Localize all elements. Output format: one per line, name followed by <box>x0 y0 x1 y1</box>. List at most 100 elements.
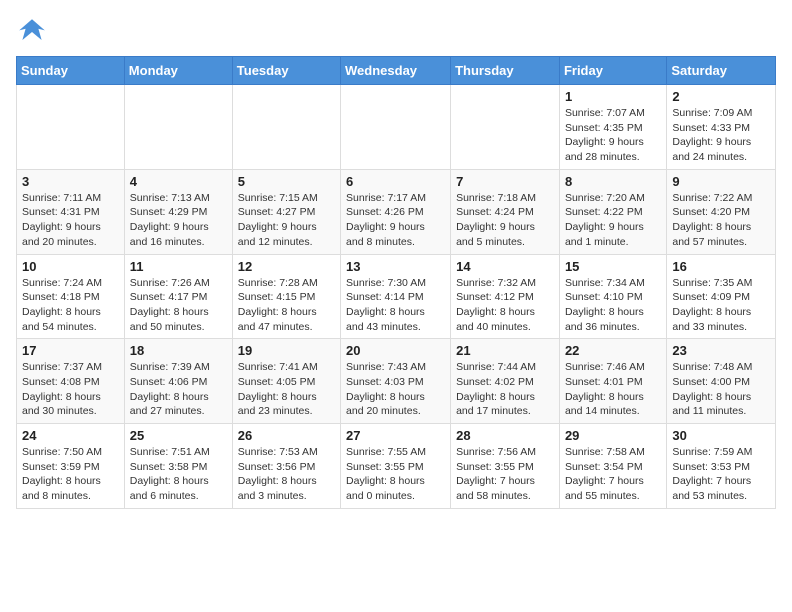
calendar-week-row: 24Sunrise: 7:50 AMSunset: 3:59 PMDayligh… <box>17 424 776 509</box>
day-number: 3 <box>22 174 119 189</box>
calendar-cell: 17 Sunrise: 7:37 AMSunset: 4:08 PMDayligh… <box>17 339 125 424</box>
day-of-week-header: Saturday <box>667 57 776 85</box>
day-number: 6 <box>346 174 445 189</box>
day-number: 28 <box>456 428 554 443</box>
day-info: Sunrise: 7:30 AMSunset: 4:14 PMDaylight:… <box>346 276 445 335</box>
day-number: 4 <box>130 174 227 189</box>
calendar-week-row: 17 Sunrise: 7:37 AMSunset: 4:08 PMDayligh… <box>17 339 776 424</box>
day-info: Sunrise: 7:55 AMSunset: 3:55 PMDaylight:… <box>346 445 445 504</box>
days-of-week-row: SundayMondayTuesdayWednesdayThursdayFrid… <box>17 57 776 85</box>
day-number: 22 <box>565 343 661 358</box>
calendar-cell: 13Sunrise: 7:30 AMSunset: 4:14 PMDayligh… <box>341 254 451 339</box>
day-number: 12 <box>238 259 335 274</box>
calendar-week-row: 1Sunrise: 7:07 AMSunset: 4:35 PMDaylight… <box>17 85 776 170</box>
calendar-cell: 23 Sunrise: 7:48 AMSunset: 4:00 PMDayligh… <box>667 339 776 424</box>
day-info: Sunrise: 7:39 AMSunset: 4:06 PMDaylight:… <box>130 360 227 419</box>
calendar-body: 1Sunrise: 7:07 AMSunset: 4:35 PMDaylight… <box>17 85 776 509</box>
day-number: 8 <box>565 174 661 189</box>
day-number: 29 <box>565 428 661 443</box>
day-info: Sunrise: 7:35 AMSunset: 4:09 PMDaylight:… <box>672 276 770 335</box>
calendar-cell: 8 Sunrise: 7:20 AMSunset: 4:22 PMDaylight… <box>559 169 666 254</box>
logo-icon <box>16 16 48 48</box>
calendar-cell: 18 Sunrise: 7:39 AMSunset: 4:06 PMDayligh… <box>124 339 232 424</box>
day-number: 21 <box>456 343 554 358</box>
calendar-cell: 16 Sunrise: 7:35 AMSunset: 4:09 PMDayligh… <box>667 254 776 339</box>
calendar-cell: 15Sunrise: 7:34 AMSunset: 4:10 PMDayligh… <box>559 254 666 339</box>
day-info: Sunrise: 7:17 AMSunset: 4:26 PMDaylight:… <box>346 191 445 250</box>
day-info: Sunrise: 7:26 AMSunset: 4:17 PMDaylight:… <box>130 276 227 335</box>
calendar-cell: 2Sunrise: 7:09 AMSunset: 4:33 PMDaylight… <box>667 85 776 170</box>
calendar-cell: 12 Sunrise: 7:28 AMSunset: 4:15 PMDayligh… <box>232 254 340 339</box>
day-number: 1 <box>565 89 661 104</box>
day-of-week-header: Monday <box>124 57 232 85</box>
day-number: 26 <box>238 428 335 443</box>
day-info: Sunrise: 7:32 AMSunset: 4:12 PMDaylight:… <box>456 276 554 335</box>
day-info: Sunrise: 7:44 AMSunset: 4:02 PMDaylight:… <box>456 360 554 419</box>
day-info: Sunrise: 7:34 AMSunset: 4:10 PMDaylight:… <box>565 276 661 335</box>
calendar-cell <box>124 85 232 170</box>
day-number: 16 <box>672 259 770 274</box>
calendar-cell: 25 Sunrise: 7:51 AMSunset: 3:58 PMDayligh… <box>124 424 232 509</box>
calendar-week-row: 3Sunrise: 7:11 AMSunset: 4:31 PMDaylight… <box>17 169 776 254</box>
calendar-header: SundayMondayTuesdayWednesdayThursdayFrid… <box>17 57 776 85</box>
calendar-cell: 22 Sunrise: 7:46 AMSunset: 4:01 PMDayligh… <box>559 339 666 424</box>
logo <box>16 16 52 48</box>
day-info: Sunrise: 7:28 AMSunset: 4:15 PMDaylight:… <box>238 276 335 335</box>
day-number: 10 <box>22 259 119 274</box>
calendar-cell: 9Sunrise: 7:22 AMSunset: 4:20 PMDaylight… <box>667 169 776 254</box>
day-number: 27 <box>346 428 445 443</box>
calendar-cell <box>232 85 340 170</box>
day-number: 25 <box>130 428 227 443</box>
calendar-cell: 20Sunrise: 7:43 AMSunset: 4:03 PMDayligh… <box>341 339 451 424</box>
calendar-cell: 26 Sunrise: 7:53 AMSunset: 3:56 PMDayligh… <box>232 424 340 509</box>
calendar-cell: 10 Sunrise: 7:24 AMSunset: 4:18 PMDayligh… <box>17 254 125 339</box>
day-number: 7 <box>456 174 554 189</box>
day-number: 18 <box>130 343 227 358</box>
calendar-cell: 19 Sunrise: 7:41 AMSunset: 4:05 PMDayligh… <box>232 339 340 424</box>
day-number: 9 <box>672 174 770 189</box>
day-info: Sunrise: 7:56 AMSunset: 3:55 PMDaylight:… <box>456 445 554 504</box>
day-number: 19 <box>238 343 335 358</box>
day-info: Sunrise: 7:46 AMSunset: 4:01 PMDaylight:… <box>565 360 661 419</box>
day-info: Sunrise: 7:24 AMSunset: 4:18 PMDaylight:… <box>22 276 119 335</box>
calendar-cell: 27 Sunrise: 7:55 AMSunset: 3:55 PMDayligh… <box>341 424 451 509</box>
page-header <box>16 16 776 48</box>
calendar-cell: 14Sunrise: 7:32 AMSunset: 4:12 PMDayligh… <box>451 254 560 339</box>
day-of-week-header: Thursday <box>451 57 560 85</box>
day-number: 5 <box>238 174 335 189</box>
calendar-cell: 4 Sunrise: 7:13 AMSunset: 4:29 PMDaylight… <box>124 169 232 254</box>
day-info: Sunrise: 7:59 AMSunset: 3:53 PMDaylight:… <box>672 445 770 504</box>
calendar-cell: 6 Sunrise: 7:17 AMSunset: 4:26 PMDaylight… <box>341 169 451 254</box>
day-info: Sunrise: 7:51 AMSunset: 3:58 PMDaylight:… <box>130 445 227 504</box>
day-info: Sunrise: 7:20 AMSunset: 4:22 PMDaylight:… <box>565 191 661 250</box>
day-number: 17 <box>22 343 119 358</box>
calendar-cell <box>341 85 451 170</box>
calendar-cell: 24Sunrise: 7:50 AMSunset: 3:59 PMDayligh… <box>17 424 125 509</box>
day-number: 23 <box>672 343 770 358</box>
calendar-table: SundayMondayTuesdayWednesdayThursdayFrid… <box>16 56 776 509</box>
day-of-week-header: Friday <box>559 57 666 85</box>
day-info: Sunrise: 7:53 AMSunset: 3:56 PMDaylight:… <box>238 445 335 504</box>
day-info: Sunrise: 7:13 AMSunset: 4:29 PMDaylight:… <box>130 191 227 250</box>
day-info: Sunrise: 7:58 AMSunset: 3:54 PMDaylight:… <box>565 445 661 504</box>
calendar-cell: 11 Sunrise: 7:26 AMSunset: 4:17 PMDayligh… <box>124 254 232 339</box>
day-info: Sunrise: 7:15 AMSunset: 4:27 PMDaylight:… <box>238 191 335 250</box>
day-info: Sunrise: 7:18 AMSunset: 4:24 PMDaylight:… <box>456 191 554 250</box>
calendar-cell: 5 Sunrise: 7:15 AMSunset: 4:27 PMDaylight… <box>232 169 340 254</box>
calendar-cell: 29 Sunrise: 7:58 AMSunset: 3:54 PMDayligh… <box>559 424 666 509</box>
day-info: Sunrise: 7:41 AMSunset: 4:05 PMDaylight:… <box>238 360 335 419</box>
day-info: Sunrise: 7:43 AMSunset: 4:03 PMDaylight:… <box>346 360 445 419</box>
calendar-cell: 30 Sunrise: 7:59 AMSunset: 3:53 PMDayligh… <box>667 424 776 509</box>
calendar-cell: 21 Sunrise: 7:44 AMSunset: 4:02 PMDayligh… <box>451 339 560 424</box>
day-number: 30 <box>672 428 770 443</box>
day-info: Sunrise: 7:37 AMSunset: 4:08 PMDaylight:… <box>22 360 119 419</box>
day-info: Sunrise: 7:48 AMSunset: 4:00 PMDaylight:… <box>672 360 770 419</box>
calendar-cell: 7 Sunrise: 7:18 AMSunset: 4:24 PMDaylight… <box>451 169 560 254</box>
calendar-week-row: 10 Sunrise: 7:24 AMSunset: 4:18 PMDayligh… <box>17 254 776 339</box>
day-number: 2 <box>672 89 770 104</box>
calendar-cell <box>451 85 560 170</box>
calendar-cell <box>17 85 125 170</box>
day-number: 11 <box>130 259 227 274</box>
day-number: 24 <box>22 428 119 443</box>
day-of-week-header: Tuesday <box>232 57 340 85</box>
